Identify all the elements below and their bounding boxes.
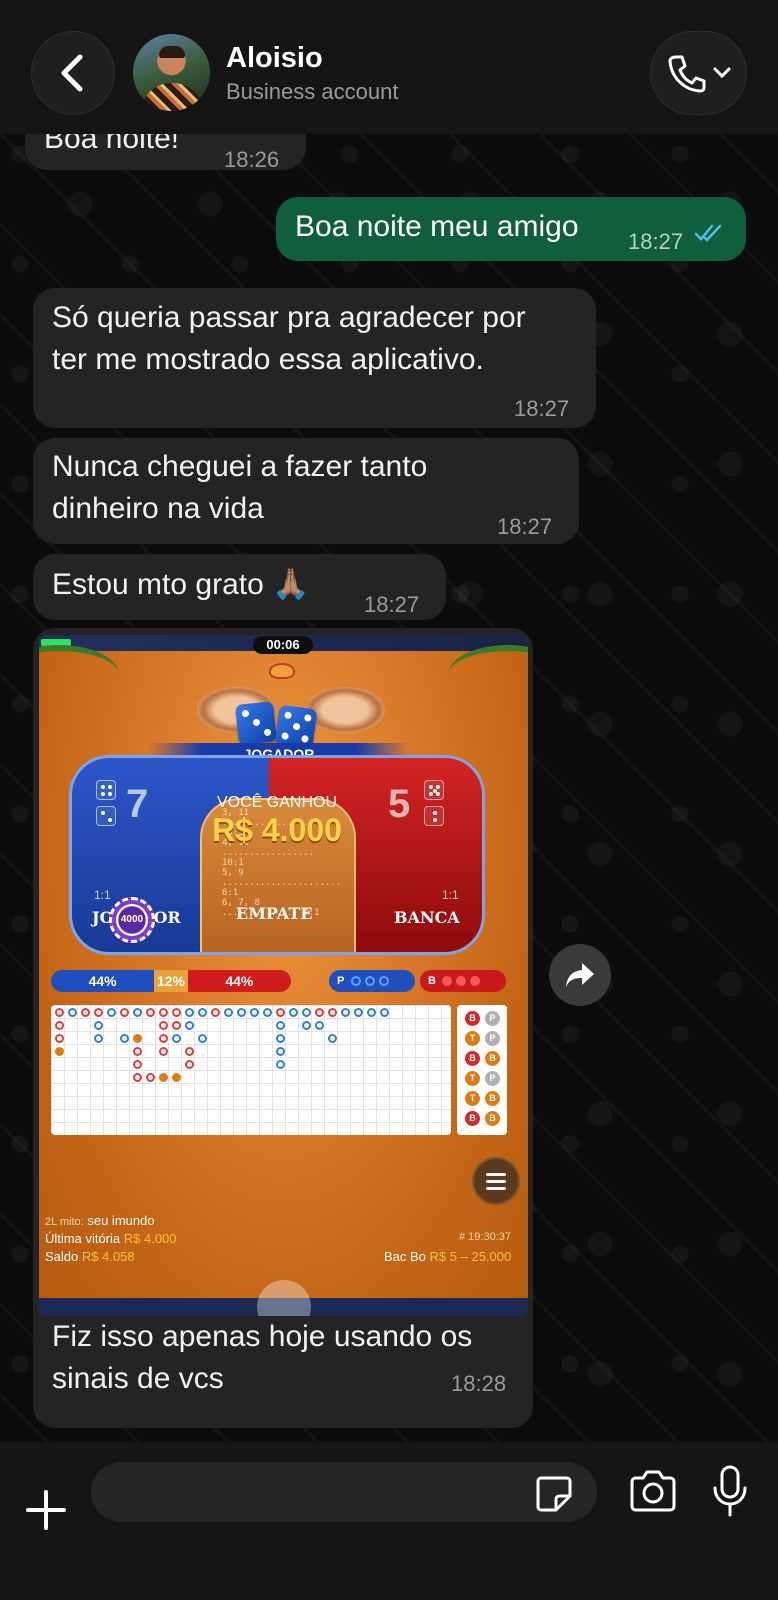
user-line: 2L mito: seu imundo	[45, 1213, 155, 1228]
chat-area[interactable]: Boa noite! 18:26 Boa noite meu amigo 18:…	[0, 134, 778, 1442]
message-text: Estou mto grato 🙏🏽	[52, 568, 310, 601]
result-history: BP TP BB TP TB BB	[457, 1005, 507, 1135]
phone-icon	[668, 55, 705, 93]
message-time: 18:28	[451, 1371, 507, 1396]
message-time: 18:27	[628, 229, 684, 254]
chevron-down-icon	[713, 67, 730, 79]
game-menu-button[interactable]	[472, 1157, 520, 1205]
message-text: Só queria passar pra agradecer por ter m…	[52, 301, 526, 376]
banker-bet-area[interactable]: BANCA	[394, 908, 460, 927]
expand-arrow-icon[interactable]	[257, 1280, 311, 1316]
message-time: 18:27	[364, 592, 420, 617]
forward-icon	[566, 963, 594, 987]
player-score: 7	[126, 782, 149, 826]
balance-line: Saldo R$ 4.058	[45, 1249, 135, 1264]
player-ratio: 1:1	[94, 888, 111, 902]
last-win-line: Última vitória R$ 4.000	[45, 1231, 177, 1246]
bet-chip: 4000	[109, 897, 155, 943]
message-bubble[interactable]: Boa noite! 18:26	[25, 134, 306, 172]
message-text: Nunca cheguei a fazer tanto dinheiro na …	[52, 450, 428, 525]
back-button[interactable]	[31, 31, 115, 115]
message-time: 18:27	[514, 396, 570, 421]
plus-icon[interactable]	[24, 1488, 68, 1532]
composer-bar	[0, 1442, 778, 1600]
read-ticks-icon	[694, 224, 722, 242]
game-screenshot[interactable]: 00:06 JOGADOR 3, 11 ................. 25…	[39, 635, 528, 1316]
message-input[interactable]	[91, 1462, 597, 1522]
chat-header: Aloisio Business account	[0, 0, 778, 134]
message-time: 18:27	[497, 514, 553, 539]
round-id: # 19:30:37	[459, 1231, 511, 1243]
sticker-icon[interactable]	[534, 1474, 574, 1514]
message-bubble[interactable]: Só queria passar pra agradecer por ter m…	[33, 288, 596, 428]
message-text: Fiz isso apenas hoje usando os sinais de…	[52, 1320, 473, 1395]
message-time: 18:26	[224, 147, 280, 172]
call-button[interactable]	[650, 31, 747, 115]
chevron-left-icon	[61, 54, 83, 92]
message-bubble[interactable]: Nunca cheguei a fazer tanto dinheiro na …	[33, 438, 579, 544]
dice	[235, 701, 277, 745]
message-text: Boa noite!	[44, 134, 180, 155]
contact-subtitle: Business account	[226, 79, 399, 104]
stats-bar: 44% 12% 44%	[51, 970, 291, 992]
player-prediction-pill[interactable]: P	[329, 970, 415, 992]
round-timer: 00:06	[253, 636, 313, 654]
tie-bet-area[interactable]: EMPATE	[236, 904, 312, 923]
bead-road[interactable]	[51, 1005, 451, 1135]
message-text: Boa noite meu amigo	[295, 210, 579, 243]
banker-score: 5	[388, 782, 411, 826]
banker-prediction-pill[interactable]: B	[420, 970, 506, 992]
banker-ratio: 1:1	[442, 888, 459, 902]
camera-icon[interactable]	[628, 1468, 678, 1514]
avatar[interactable]	[133, 34, 210, 111]
microphone-icon[interactable]	[712, 1464, 748, 1518]
contact-name[interactable]: Aloisio	[226, 42, 323, 75]
forward-button[interactable]	[549, 944, 611, 1006]
message-bubble[interactable]: Boa noite meu amigo 18:27	[276, 197, 746, 261]
table-limits-line: Bac Bo R$ 5 – 25.000	[384, 1249, 512, 1264]
message-bubble[interactable]: Estou mto grato 🙏🏽 18:27	[33, 554, 446, 620]
